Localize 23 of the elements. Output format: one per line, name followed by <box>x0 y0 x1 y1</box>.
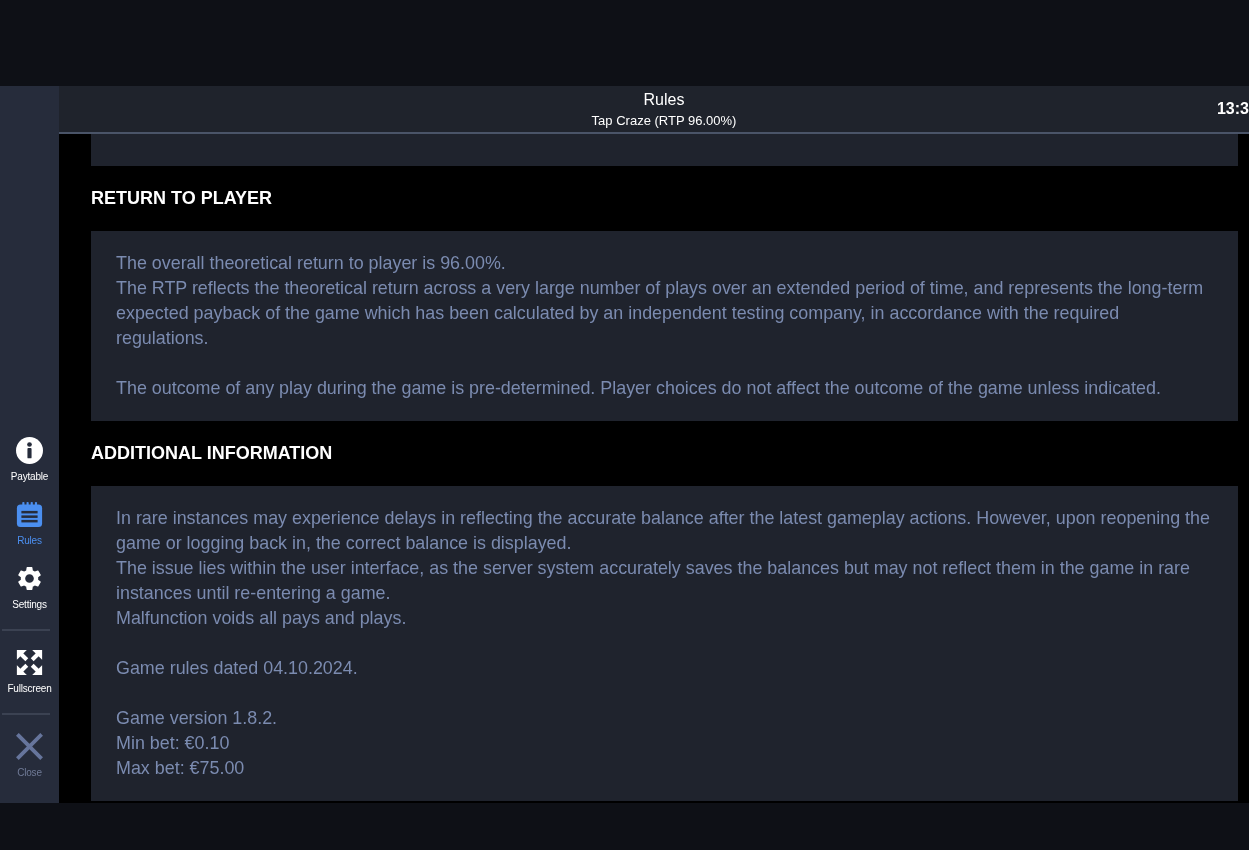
paragraph-text: Game version 1.8.2. <box>116 707 279 730</box>
nav-button[interactable]: Settings <box>0 556 59 620</box>
expand-icon <box>16 649 43 676</box>
paragraph-text: Min bet: €0.10 <box>116 732 231 755</box>
close-icon <box>16 733 43 760</box>
game-subtitle: Tap Craze (RTP 96.00%) <box>591 111 737 129</box>
nav-button[interactable]: Paytable <box>0 428 59 492</box>
nav-button[interactable]: Fullscreen <box>0 640 59 704</box>
paragraph-text: The issue lies within the user interface, as the server system accurately saves the balances but may not reflect them in the game in rare instances until re-entering a game. <box>116 557 1191 605</box>
paragraph-text: The outcome of any play during the game is pre-determined. Player choices do not affect the outcome of the game unless indicated. <box>116 377 1162 400</box>
section-heading: RETURN TO PLAYER <box>91 187 274 210</box>
paragraph-text: The RTP reflects the theoretical return across a very large number of plays over an extended period of time, and represents the long-term expected payback of the game which has been calculated by an independent testing company, in accordance with the required regulations. <box>116 277 1205 350</box>
paragraph-text: Max bet: €75.00 <box>116 757 246 780</box>
clock-text: 13:3 <box>1216 99 1249 119</box>
paragraph-text: The overall theoretical return to player is 96.00%. <box>116 252 507 275</box>
paragraph-text: In rare instances may experience delays in reflecting the accurate balance after the latest gameplay actions. However, upon reopening the game or logging back in, the correct balance is displayed. <box>116 507 1211 555</box>
notepad-icon <box>16 501 43 528</box>
settings-icon <box>15 564 44 593</box>
paragraph-text: Game rules dated 04.10.2024. <box>116 657 359 680</box>
paragraph-text: Malfunction voids all pays and plays. <box>116 607 408 630</box>
section-heading: ADDITIONAL INFORMATION <box>91 442 334 465</box>
page-title: Rules <box>643 89 685 110</box>
info-icon <box>16 437 43 464</box>
